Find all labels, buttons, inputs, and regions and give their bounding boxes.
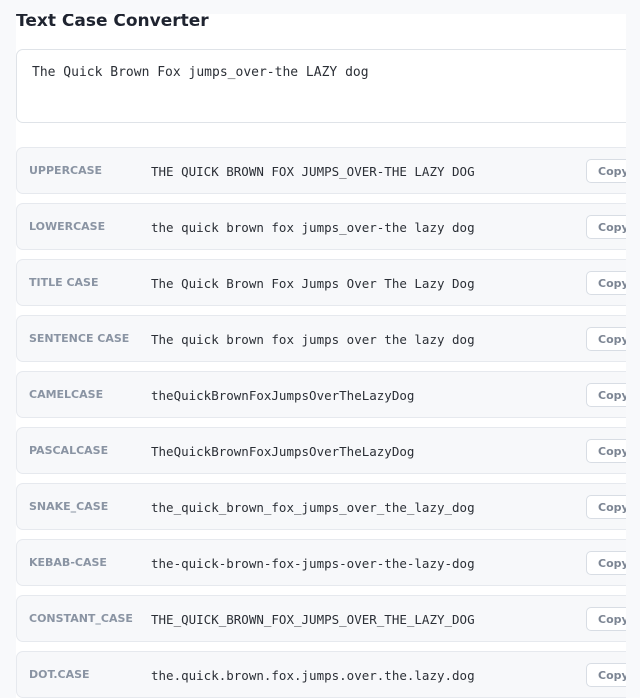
conversion-value: the_quick_brown_fox_jumps_over_the_lazy_…: [151, 500, 475, 515]
conversion-row-kebab-case: KEBAB-CASE the-quick-brown-fox-jumps-ove…: [16, 539, 626, 586]
conversion-value: TheQuickBrownFoxJumpsOverTheLazyDog: [151, 444, 415, 459]
copy-camelcase-button[interactable]: Copy: [586, 383, 626, 407]
conversion-value: THE QUICK BROWN FOX JUMPS_OVER-THE LAZY …: [151, 164, 475, 179]
conversion-label: DOT.CASE: [29, 668, 90, 681]
text-input[interactable]: The Quick Brown Fox jumps_over-the LAZY …: [16, 49, 626, 123]
conversion-value: The quick brown fox jumps over the lazy …: [151, 332, 475, 347]
conversion-value: The Quick Brown Fox Jumps Over The Lazy …: [151, 276, 475, 291]
conversion-row-sentence-case: SENTENCE CASE The quick brown fox jumps …: [16, 315, 626, 362]
copy-sentence-case-button[interactable]: Copy: [586, 327, 626, 351]
conversion-row-camelcase: CAMELCASE theQuickBrownFoxJumpsOverTheLa…: [16, 371, 626, 418]
conversion-label: CAMELCASE: [29, 388, 104, 401]
conversion-value: THE_QUICK_BROWN_FOX_JUMPS_OVER_THE_LAZY_…: [151, 612, 475, 627]
page-title: Text Case Converter: [16, 14, 209, 31]
copy-lowercase-button[interactable]: Copy: [586, 215, 626, 239]
text-case-converter-app: Text Case Converter The Quick Brown Fox …: [16, 14, 626, 698]
conversion-label: UPPERCASE: [29, 164, 103, 177]
conversion-value: the.quick.brown.fox.jumps.over.the.lazy.…: [151, 668, 475, 683]
conversion-label: SENTENCE CASE: [29, 332, 130, 345]
conversion-row-title-case: TITLE CASE The Quick Brown Fox Jumps Ove…: [16, 259, 626, 306]
copy-constant-case-button[interactable]: Copy: [586, 607, 626, 631]
conversion-row-snake-case: SNAKE_CASE the_quick_brown_fox_jumps_ove…: [16, 483, 626, 530]
conversion-row-lowercase: LOWERCASE the quick brown fox jumps_over…: [16, 203, 626, 250]
copy-kebab-case-button[interactable]: Copy: [586, 551, 626, 575]
copy-pascalcase-button[interactable]: Copy: [586, 439, 626, 463]
conversion-row-dot-case: DOT.CASE the.quick.brown.fox.jumps.over.…: [16, 651, 626, 698]
conversion-label: SNAKE_CASE: [29, 500, 109, 513]
conversion-label: TITLE CASE: [29, 276, 99, 289]
copy-snake-case-button[interactable]: Copy: [586, 495, 626, 519]
conversion-row-constant-case: CONSTANT_CASE THE_QUICK_BROWN_FOX_JUMPS_…: [16, 595, 626, 642]
conversion-row-pascalcase: PASCALCASE TheQuickBrownFoxJumpsOverTheL…: [16, 427, 626, 474]
copy-dot-case-button[interactable]: Copy: [586, 663, 626, 687]
conversion-row-uppercase: UPPERCASE THE QUICK BROWN FOX JUMPS_OVER…: [16, 147, 626, 194]
conversion-value: theQuickBrownFoxJumpsOverTheLazyDog: [151, 388, 415, 403]
conversion-label: CONSTANT_CASE: [29, 612, 133, 625]
conversion-value: the-quick-brown-fox-jumps-over-the-lazy-…: [151, 556, 475, 571]
conversion-value: the quick brown fox jumps_over-the lazy …: [151, 220, 475, 235]
conversion-label: LOWERCASE: [29, 220, 106, 233]
copy-title-case-button[interactable]: Copy: [586, 271, 626, 295]
copy-uppercase-button[interactable]: Copy: [586, 159, 626, 183]
conversion-label: KEBAB-CASE: [29, 556, 107, 569]
conversion-label: PASCALCASE: [29, 444, 109, 457]
text-input-value: The Quick Brown Fox jumps_over-the LAZY …: [32, 65, 369, 80]
